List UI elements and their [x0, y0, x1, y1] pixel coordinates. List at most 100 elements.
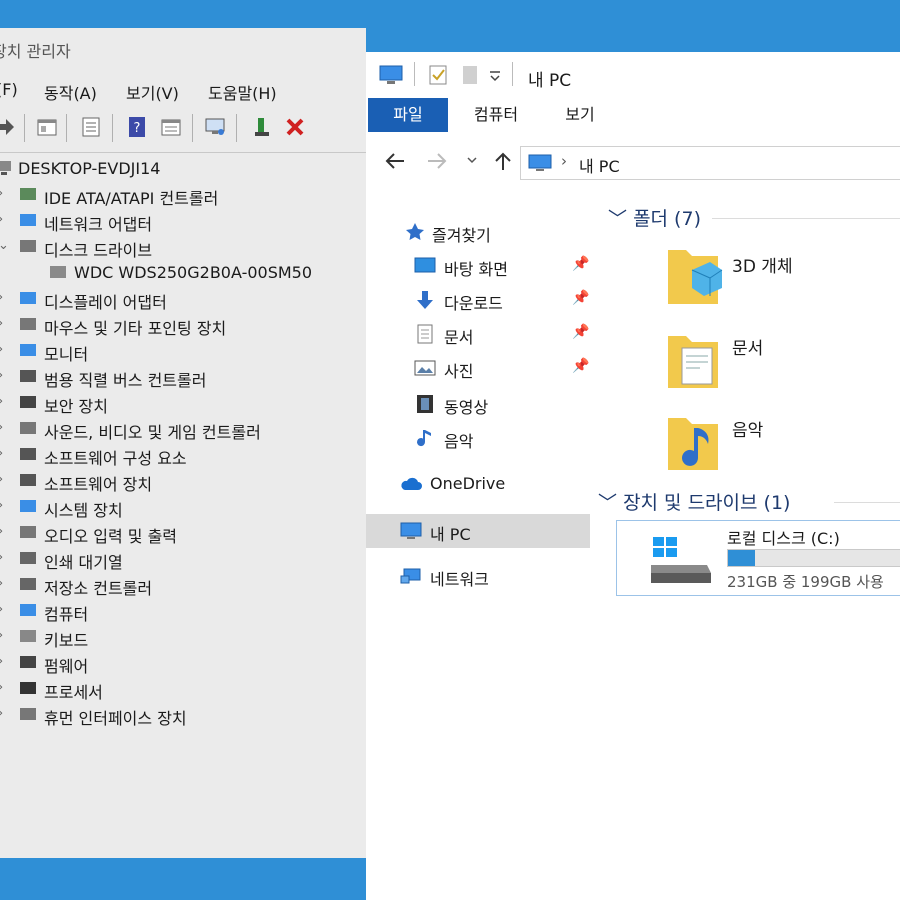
tree-item[interactable]: › 소프트웨어 장치 [0, 468, 360, 494]
tree-item[interactable]: › 시스템 장치 [0, 494, 360, 520]
nav-label: 사진 [444, 362, 474, 381]
nav-label: 다운로드 [444, 294, 503, 313]
chevron-right-icon[interactable]: › [0, 472, 3, 487]
chevron-right-icon[interactable]: › [0, 576, 3, 591]
tree-item[interactable]: › 모니터 [0, 338, 360, 364]
chevron-right-icon[interactable]: › [0, 498, 3, 513]
this-pc-address-icon [528, 154, 552, 171]
new-folder-icon[interactable] [462, 64, 478, 86]
chevron-right-icon[interactable]: › [0, 394, 3, 409]
tree-item[interactable]: › 인쇄 대기열 [0, 546, 360, 572]
chevron-right-icon[interactable]: › [0, 420, 3, 435]
folder-item-music[interactable]: 음악 [602, 408, 862, 488]
folder-item-documents[interactable]: 문서 [602, 326, 862, 406]
nav-documents[interactable]: 문서 📌 [366, 318, 590, 350]
uninstall-icon[interactable] [284, 116, 306, 138]
drives-group-header[interactable]: ﹀ 장치 및 드라이브 (1) [598, 488, 790, 515]
nav-quick-access[interactable]: 즐겨찾기 [366, 216, 590, 248]
nav-this-pc[interactable]: 내 PC [366, 514, 590, 548]
speaker-icon [20, 422, 36, 434]
nav-pictures[interactable]: 사진 📌 [366, 352, 590, 384]
nav-videos[interactable]: 동영상 [366, 388, 590, 420]
hid-icon [20, 708, 36, 720]
nav-onedrive[interactable]: OneDrive [366, 468, 590, 500]
tree-item[interactable]: › 키보드 [0, 624, 360, 650]
window-title: 내 PC [528, 71, 572, 91]
chevron-right-icon[interactable]: › [0, 628, 3, 643]
chevron-right-icon[interactable]: › [0, 186, 3, 201]
address-bar[interactable]: › 내 PC [520, 146, 900, 180]
menu-action[interactable]: 동작(A) [44, 80, 97, 104]
chevron-right-icon[interactable]: › [0, 446, 3, 461]
recent-locations-chevron-icon[interactable] [466, 156, 478, 166]
chevron-right-icon[interactable]: › [0, 524, 3, 539]
folders-group-header[interactable]: ﹀ 폴더 (7) [608, 204, 701, 231]
tree-item[interactable]: ⌄ 디스크 드라이브 [0, 234, 360, 260]
update-driver-icon[interactable] [252, 116, 274, 138]
properties-check-icon[interactable] [428, 64, 448, 86]
chevron-right-icon[interactable]: › [0, 550, 3, 565]
computer-icon [20, 604, 36, 616]
nav-label: 동영상 [444, 398, 489, 417]
chevron-right-icon[interactable]: › [0, 342, 3, 357]
chevron-right-icon[interactable]: › [0, 602, 3, 617]
tree-item[interactable]: › 보안 장치 [0, 390, 360, 416]
tree-item[interactable]: › 저장소 컨트롤러 [0, 572, 360, 598]
nav-label: 문서 [444, 328, 474, 347]
properties-icon[interactable] [36, 116, 58, 138]
tree-child-item[interactable]: WDC WDS250G2B0A-00SM50 [0, 260, 360, 286]
nav-desktop[interactable]: 바탕 화면 📌 [366, 250, 590, 282]
menu-file[interactable]: (F) [0, 80, 18, 99]
nav-music[interactable]: 음악 [366, 422, 590, 454]
chevron-right-icon[interactable]: › [0, 680, 3, 695]
tree-root[interactable]: DESKTOP-EVDJI14 [0, 156, 360, 182]
tab-view[interactable]: 보기 [548, 98, 612, 132]
tab-computer[interactable]: 컴퓨터 [458, 98, 534, 132]
tree-item[interactable]: › 범용 직렬 버스 컨트롤러 [0, 364, 360, 390]
device-manager-menubar: (F) 동작(A) 보기(V) 도움말(H) [0, 72, 366, 108]
menu-view[interactable]: 보기(V) [126, 80, 179, 104]
tree-item[interactable]: › 네트워크 어댑터 [0, 208, 360, 234]
menu-help[interactable]: 도움말(H) [208, 80, 277, 104]
tree-item[interactable]: › 휴먼 인터페이스 장치 [0, 702, 360, 728]
forward-arrow-icon[interactable] [426, 150, 448, 172]
tree-item[interactable]: › 프로세서 [0, 676, 360, 702]
chevron-right-icon[interactable]: › [0, 706, 3, 721]
tree-item[interactable]: › 소프트웨어 구성 요소 [0, 442, 360, 468]
folder-label: 문서 [732, 339, 764, 359]
tree-item-label: 펌웨어 [44, 657, 89, 676]
tab-file[interactable]: 파일 [368, 98, 448, 132]
chevron-right-icon[interactable]: › [0, 654, 3, 669]
group-divider [712, 218, 900, 219]
back-arrow-icon[interactable] [384, 150, 406, 172]
drives-header-label: 장치 및 드라이브 (1) [623, 492, 791, 514]
tree-item[interactable]: › 디스플레이 어댑터 [0, 286, 360, 312]
pin-icon: 📌 [572, 256, 590, 272]
tree-item[interactable]: › 사운드, 비디오 및 게임 컨트롤러 [0, 416, 360, 442]
help-icon[interactable]: ? [126, 116, 148, 138]
tree-item[interactable]: › IDE ATA/ATAPI 컨트롤러 [0, 182, 360, 208]
music-folder-icon [668, 418, 718, 470]
chevron-right-icon[interactable]: › [0, 212, 3, 227]
chevron-right-icon[interactable]: › [0, 316, 3, 331]
forward-arrow-icon[interactable] [0, 116, 16, 138]
chevron-right-icon[interactable]: › [0, 368, 3, 383]
device-view-icon[interactable] [160, 116, 182, 138]
nav-network[interactable]: 네트워크 [366, 560, 590, 592]
drive-item-c[interactable]: 로컬 디스크 (C:) 231GB 중 199GB 사용 [616, 520, 900, 596]
nav-downloads[interactable]: 다운로드 📌 [366, 284, 590, 316]
tree-item[interactable]: › 펌웨어 [0, 650, 360, 676]
up-arrow-icon[interactable] [492, 150, 514, 172]
tree-item[interactable]: › 컴퓨터 [0, 598, 360, 624]
tree-item[interactable]: › 마우스 및 기타 포인팅 장치 [0, 312, 360, 338]
list-view-icon[interactable] [80, 116, 102, 138]
scan-hardware-icon[interactable] [204, 116, 226, 138]
mouse-icon [20, 318, 36, 330]
chevron-down-icon[interactable]: ⌄ [0, 238, 9, 253]
disk-drive-icon [20, 240, 36, 252]
customize-qat-chevron-icon[interactable] [488, 70, 502, 82]
chevron-right-icon[interactable]: › [0, 290, 3, 305]
folder-item-3d-objects[interactable]: 3D 개체 [602, 244, 862, 324]
this-pc-icon [379, 65, 403, 84]
tree-item[interactable]: › 오디오 입력 및 출력 [0, 520, 360, 546]
